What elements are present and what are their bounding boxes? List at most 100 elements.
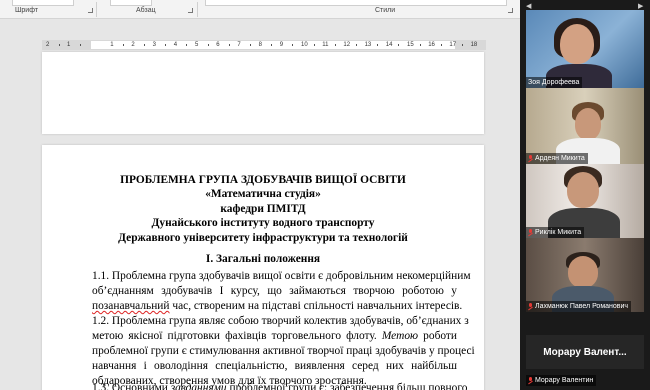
ruler-tick xyxy=(207,44,209,46)
ruler-tick xyxy=(419,44,421,46)
ruler-number: 6 xyxy=(216,42,220,48)
font-dialog-launcher-icon[interactable] xyxy=(88,8,93,13)
participant-name: Морару Валентин xyxy=(535,377,594,384)
ruler-tick xyxy=(165,44,167,46)
ruler-number: 15 xyxy=(407,42,414,48)
horizontal-ruler[interactable]: 2 1 1 2 3 4 5 6 7 8 9 10 11 12 13 14 15 16 17 18 xyxy=(42,40,486,50)
ruler-number: 2 xyxy=(131,42,135,48)
ruler-tick xyxy=(79,44,81,46)
participant-tile[interactable]: Ардеян Микита xyxy=(526,88,644,164)
ruler-number: 4 xyxy=(173,42,178,48)
body-line-text: роботи xyxy=(418,329,457,342)
body-line: метою якісної підготовки фахівців торгов… xyxy=(92,329,457,344)
body-line: позанавчальний час, створеним на підстав… xyxy=(92,299,462,314)
participant-name-label: Морару Валентин xyxy=(526,375,597,386)
styles-gallery[interactable] xyxy=(205,0,507,6)
participant-name-label: Ардеян Микита xyxy=(526,153,588,164)
ruler-number: 14 xyxy=(385,42,393,48)
participant-name-label: Лахманюк Павел Романович xyxy=(526,301,632,312)
ruler-number: 17 xyxy=(449,42,457,48)
ruler-tick xyxy=(292,44,294,46)
participant-tile[interactable]: Лахманюк Павел Романович xyxy=(526,238,644,312)
ribbon-group-styles: Стили xyxy=(375,7,396,14)
ruler-number: 1 xyxy=(110,42,114,48)
participant-name-label: Риклік Микита xyxy=(526,227,585,238)
ruler-tick xyxy=(440,44,442,46)
scroll-down-icon[interactable]: ▶ xyxy=(638,2,643,10)
scroll-up-icon[interactable]: ◀ xyxy=(526,2,531,10)
ruler-number: 13 xyxy=(364,42,372,48)
body-line: 1.3. Основними завданнями проблемної гру… xyxy=(92,381,467,390)
ribbon-group-paragraph: Абзац xyxy=(136,7,156,14)
ruler-number: 3 xyxy=(152,42,156,48)
ruler-number: 12 xyxy=(343,42,351,48)
body-line-text: метою якісної підготовки фахівців торгов… xyxy=(92,329,382,342)
doc-title-line: кафедри ПМІТД xyxy=(220,203,306,215)
body-line: 1.1. Проблемна група здобувачів вищої ос… xyxy=(92,270,471,282)
paragraph-dialog-launcher-icon[interactable] xyxy=(188,8,193,13)
participant-image xyxy=(568,256,598,288)
doc-title-line: «Математична студія» xyxy=(205,188,321,200)
ruler-number: 1 xyxy=(67,42,71,48)
doc-title-line: Дунайського інституту водного транспорту xyxy=(151,217,375,229)
ruler-tick xyxy=(377,44,379,46)
ruler-tick xyxy=(186,44,188,46)
spellcheck-word[interactable]: позанавчальний xyxy=(92,300,170,312)
ruler-tick xyxy=(462,44,463,46)
ruler-number: 7 xyxy=(237,42,241,48)
document-page[interactable]: ПРОБЛЕМНА ГРУПА ЗДОБУВАЧІВ ВИЩОЇ ОСВІТИ … xyxy=(42,145,484,390)
italic-word: завданнями xyxy=(170,382,227,390)
ribbon-group-font: Шрифт xyxy=(15,7,39,14)
participant-image xyxy=(560,24,594,64)
paragraph-1-3: 1.3. Основними завданнями проблемної гру… xyxy=(92,381,467,390)
participant-name: Риклік Микита xyxy=(535,229,582,236)
participant-name-label: Зоя Дорофеева xyxy=(526,77,583,88)
muted-microphone-icon xyxy=(528,229,533,236)
body-line: 1.2. Проблемна група являє собою творчий… xyxy=(92,315,469,327)
font-controls[interactable] xyxy=(12,0,74,6)
ribbon: Шрифт Абзац Стили xyxy=(0,0,520,19)
ruler-tick xyxy=(58,44,60,46)
body-line-text: проблемної групи є: забезпечення більш п… xyxy=(226,382,468,390)
participant-image xyxy=(575,108,601,140)
body-line: об’єднанням здобувачів І курсу, що займа… xyxy=(92,284,457,297)
ruler-tick xyxy=(122,44,124,46)
ribbon-divider xyxy=(197,2,198,17)
ruler-number: 10 xyxy=(301,42,308,48)
muted-microphone-icon xyxy=(528,303,533,310)
participant-image xyxy=(567,172,599,208)
word-document-window: Шрифт Абзац Стили 2 1 1 2 3 4 5 6 7 8 9 10 11 12 13 14 1… xyxy=(0,0,520,390)
doc-title-line: Державного університету інфраструктури т… xyxy=(118,232,408,244)
styles-dialog-launcher-icon[interactable] xyxy=(508,8,513,13)
ribbon-divider xyxy=(96,2,97,17)
paragraph-controls[interactable] xyxy=(110,0,152,6)
body-line: проблемної групи є стимулювання активної… xyxy=(92,344,475,357)
ruler-number: 2 xyxy=(46,42,50,48)
participant-name: Ардеян Микита xyxy=(535,155,585,162)
body-line-text: 1.3. Основними xyxy=(92,382,171,390)
muted-microphone-icon xyxy=(528,155,533,162)
paragraph-1-2: 1.2. Проблемна група являє собою творчий… xyxy=(92,314,475,389)
ruler-number: 9 xyxy=(279,42,284,48)
participant-name-card: Морару Валент... xyxy=(543,346,627,358)
ruler-tick xyxy=(250,44,251,46)
body-line: навчання і оволодіння спеціальністю, вия… xyxy=(92,359,457,372)
doc-title-line: ПРОБЛЕМНА ГРУПА ЗДОБУВАЧІВ ВИЩОЇ ОСВІТИ xyxy=(120,174,406,186)
ruler-number: 5 xyxy=(195,42,199,48)
participant-tile[interactable]: Зоя Дорофеева xyxy=(526,10,644,88)
body-line-text: час, створеним на підставі спільності на… xyxy=(169,299,463,312)
document-page-previous[interactable] xyxy=(42,52,484,134)
ruler-number: 18 xyxy=(470,42,478,48)
participant-tile[interactable]: Риклік Микита xyxy=(526,164,644,238)
ruler-tick xyxy=(271,44,273,46)
ruler-tick xyxy=(334,44,336,46)
video-gallery: ◀ ▶ Зоя Дорофеева Ардеян Микита Риклік М… xyxy=(520,0,650,390)
participant-tile-video-off[interactable]: Морару Валент... xyxy=(526,335,644,369)
ruler-tick xyxy=(144,44,145,46)
ruler-number: 11 xyxy=(322,42,329,48)
ruler-number: 16 xyxy=(428,42,435,48)
participant-name: Зоя Дорофеева xyxy=(528,79,580,86)
muted-microphone-icon xyxy=(528,377,533,384)
participant-name: Лахманюк Павел Романович xyxy=(535,303,629,310)
section-heading: І. Загальні положення xyxy=(205,253,321,265)
